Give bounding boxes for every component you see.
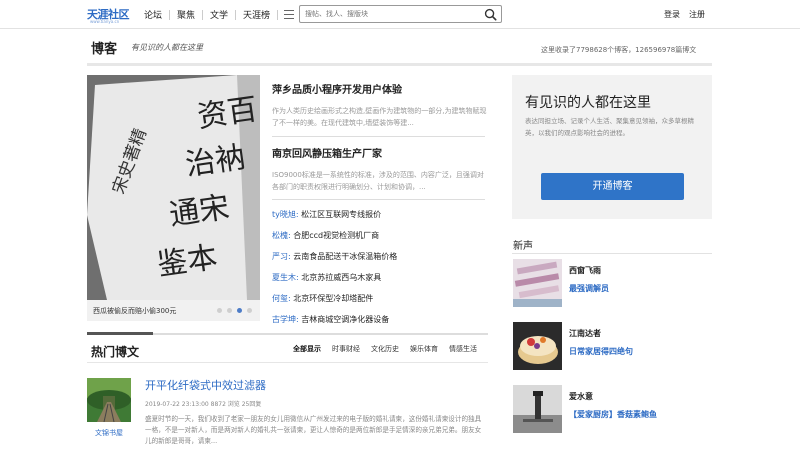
user-name[interactable]: 夏生木: (272, 273, 299, 282)
slide-caption-bar: 西瓜被偷反而赔小偷300元 (87, 300, 260, 321)
article-divider (272, 136, 485, 137)
menu-icon[interactable] (284, 10, 295, 19)
promo-box: 有见识的人都在这里 表达同担立场、记录个人生活、聚集意见领袖，众多草根精英，以我… (512, 75, 712, 219)
post-link[interactable]: 松江区互联网专线报价 (301, 210, 381, 219)
logo-subtext: www.tianya.cn (90, 19, 120, 24)
nav-item-focus[interactable]: 聚焦 (170, 8, 202, 21)
xinsheng-divider (512, 253, 712, 254)
user-name[interactable]: 何玺: (272, 294, 291, 303)
login-link[interactable]: 登录 (664, 9, 680, 20)
open-blog-button[interactable]: 开通博客 (541, 173, 684, 200)
tab-life[interactable]: 情感生活 (449, 344, 477, 354)
top-bar: 天涯社区 www.tianya.cn 论坛 聚焦 文学 天涯榜 登录 注册 (0, 0, 800, 29)
promo-title: 有见识的人都在这里 (525, 95, 651, 111)
xinsheng-thumbnail[interactable] (513, 385, 562, 433)
main-nav: 论坛 聚焦 文学 天涯榜 (137, 8, 300, 21)
list-item[interactable]: 松槐: 合肥ccd视觉检测机厂商 (272, 230, 487, 251)
list-item[interactable]: 严习: 云南食品配送干冰保温箱价格 (272, 251, 487, 272)
page-slogan: 有见识的人都在这里 (131, 43, 203, 52)
list-item[interactable]: 何玺: 北京环保型冷却塔配件 (272, 293, 487, 314)
user-name[interactable]: 松槐: (272, 231, 291, 240)
hot-section-divider (87, 332, 488, 335)
post-link[interactable]: 北京环保型冷却塔配件 (293, 294, 373, 303)
list-item[interactable]: 古学坤: 吉林商城空调净化器设备 (272, 314, 487, 335)
xinsheng-item[interactable]: 江南达者 日常家居得四绝句 (513, 322, 713, 372)
user-name[interactable]: ty晓旭: (272, 210, 299, 219)
slide-dot[interactable] (237, 308, 242, 313)
article-summary: ISO9000标准是一系统性的标准，涉及的范围、内容广泛，且强调对各部门的职责权… (272, 171, 484, 191)
search-box (299, 5, 502, 23)
nav-item-literature[interactable]: 文学 (203, 8, 235, 21)
hot-blog-title: 热门博文 (91, 345, 140, 359)
search-input[interactable] (305, 8, 475, 20)
post-title[interactable]: 开平化纤袋式中效过滤器 (145, 377, 266, 393)
blog-stats: 这里收录了7798628个博客，126596978篇博文 (541, 46, 697, 54)
register-link[interactable]: 注册 (689, 9, 705, 20)
nav-item-ranking[interactable]: 天涯榜 (236, 8, 277, 21)
xinsheng-link[interactable]: 日常家居得四绝句 (569, 346, 633, 357)
xinsheng-user[interactable]: 爱水意 (569, 391, 593, 402)
feature-slider[interactable]: 资百 治衲 通宋 鉴本 宋史著精 西瓜被偷反而赔小偷300元 (87, 75, 260, 321)
nav-divider (277, 9, 279, 20)
xinsheng-title: 新声 (513, 241, 533, 252)
post-link[interactable]: 北京苏拉威西乌木家具 (301, 273, 381, 282)
slide-image[interactable]: 资百 治衲 通宋 鉴本 宋史著精 (87, 75, 260, 300)
user-post-list: ty晓旭: 松江区互联网专线报价 松槐: 合肥ccd视觉检测机厂商 严习: 云南… (272, 209, 487, 335)
slide-dot[interactable] (247, 308, 252, 313)
user-name[interactable]: 严习: (272, 252, 291, 261)
page-title[interactable]: 博客 (91, 38, 117, 57)
article-item: 南京回风静压箱生产厂家 ISO9000标准是一系统性的标准，涉及的范围、内容广泛… (272, 145, 487, 193)
xinsheng-user[interactable]: 江南达者 (569, 328, 601, 339)
header-divider (87, 63, 712, 66)
auth-links: 登录 注册 (664, 9, 705, 20)
tab-sports[interactable]: 娱乐体育 (410, 344, 438, 354)
post-link[interactable]: 合肥ccd视觉检测机厂商 (293, 231, 379, 240)
promo-text: 表达同担立场、记录个人生活、聚集意见领袖，众多草根精英，以我们的观点影响社会的进… (525, 117, 694, 137)
article-summary: 作为人类历史绘画形式之构造,壁画作为建筑物的一部分,为建筑物赋现了不一样的美。在… (272, 107, 487, 127)
xinsheng-item[interactable]: 爱水意 【爱家厨房】香菇素鲍鱼 (513, 385, 713, 435)
slide-dots (217, 308, 252, 313)
search-icon[interactable] (484, 8, 497, 21)
nav-item-forum[interactable]: 论坛 (137, 8, 169, 21)
user-name[interactable]: 古学坤: (272, 315, 299, 324)
xinsheng-item[interactable]: 西窗飞雨 最强调解员 (513, 259, 713, 309)
article-item: 萍乡品质小程序开发用户体验 作为人类历史绘画形式之构造,壁画作为建筑物的一部分,… (272, 81, 487, 129)
slide-dot[interactable] (227, 308, 232, 313)
post-link[interactable]: 云南食品配送干冰保温箱价格 (293, 252, 397, 261)
post-link[interactable]: 吉林商城空调净化器设备 (301, 315, 389, 324)
tab-all[interactable]: 全部显示 (293, 344, 321, 354)
post-author[interactable]: 文锦书屋 (95, 428, 123, 438)
xinsheng-link[interactable]: 最强调解员 (569, 283, 609, 294)
list-item[interactable]: 夏生木: 北京苏拉威西乌木家具 (272, 272, 487, 293)
xinsheng-thumbnail[interactable] (513, 259, 562, 307)
article-title[interactable]: 萍乡品质小程序开发用户体验 (272, 81, 487, 96)
tabs-divider (87, 362, 488, 363)
post-excerpt: 盛夏时节的一天，我们收到了老家一朋友的女儿用微信从广州发过来的电子版的婚礼请柬，… (145, 415, 482, 445)
tab-finance[interactable]: 时事财经 (332, 344, 360, 354)
list-item[interactable]: ty晓旭: 松江区互联网专线报价 (272, 209, 487, 230)
site-logo[interactable]: 天涯社区 www.tianya.cn (87, 6, 133, 24)
xinsheng-thumbnail[interactable] (513, 322, 562, 370)
tab-history[interactable]: 文化历史 (371, 344, 399, 354)
slide-caption[interactable]: 西瓜被偷反而赔小偷300元 (93, 306, 176, 316)
article-divider (272, 199, 485, 200)
xinsheng-link[interactable]: 【爱家厨房】香菇素鲍鱼 (569, 409, 657, 420)
page-header: 博客 有见识的人都在这里 这里收录了7798628个博客，126596978篇博… (0, 29, 800, 63)
post-meta: 2019-07-22 23:13:00 8872 浏览 25回复 (145, 401, 262, 408)
hot-blog-tabs: 全部显示 时事财经 文化历史 娱乐体育 情感生活 (293, 344, 488, 354)
xinsheng-user[interactable]: 西窗飞雨 (569, 265, 601, 276)
slide-dot[interactable] (217, 308, 222, 313)
article-title[interactable]: 南京回风静压箱生产厂家 (272, 145, 487, 160)
post-thumbnail[interactable] (87, 378, 131, 422)
